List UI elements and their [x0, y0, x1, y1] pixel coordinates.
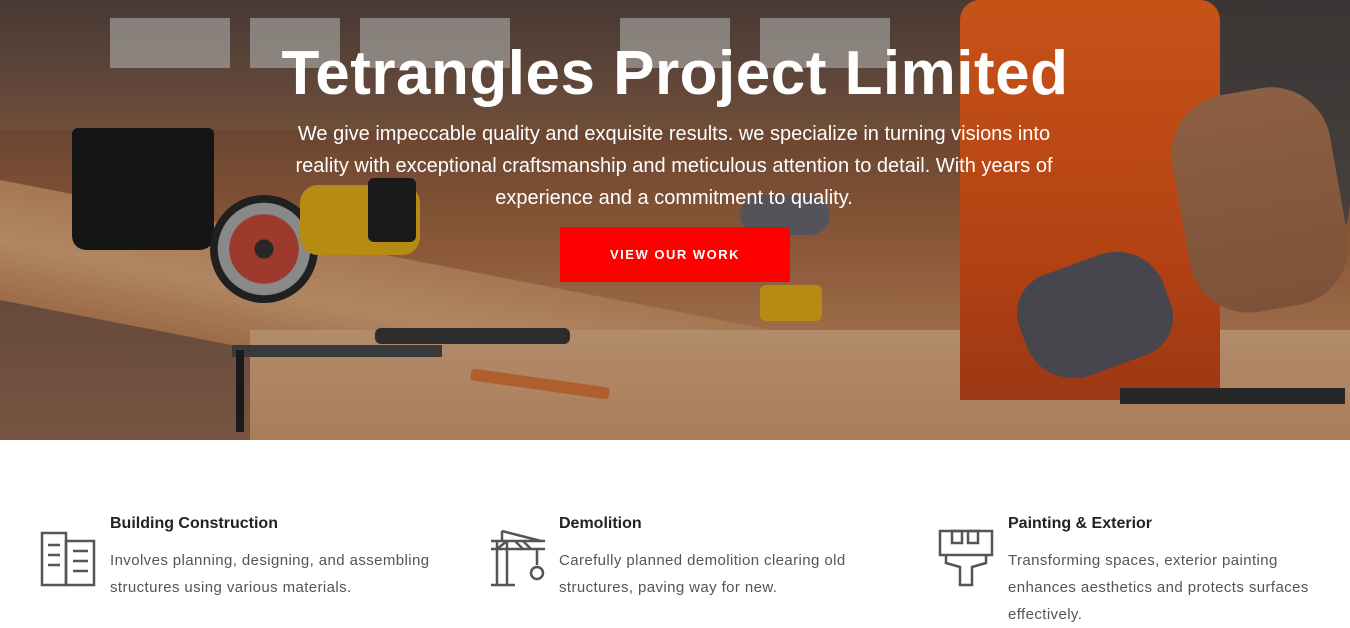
service-description: Carefully planned demolition clearing ol… [559, 552, 846, 596]
hero-title: Tetrangles Project Limited [281, 39, 1069, 108]
view-our-work-button[interactable]: VIEW OUR WORK [560, 227, 790, 282]
crane-icon [491, 529, 545, 587]
building-icon [40, 531, 96, 587]
hero-section: Tetrangles Project Limited We give impec… [0, 0, 1350, 440]
service-title: Building Construction [110, 515, 278, 532]
service-title: Demolition [559, 515, 642, 532]
paint-roller-icon [938, 529, 994, 587]
service-description: Transforming spaces, exterior painting e… [1008, 552, 1309, 623]
service-title: Painting & Exterior [1008, 515, 1153, 532]
service-description: Involves planning, designing, and assemb… [110, 552, 430, 596]
hero-subtitle: We give impeccable quality and exquisite… [295, 123, 1053, 209]
